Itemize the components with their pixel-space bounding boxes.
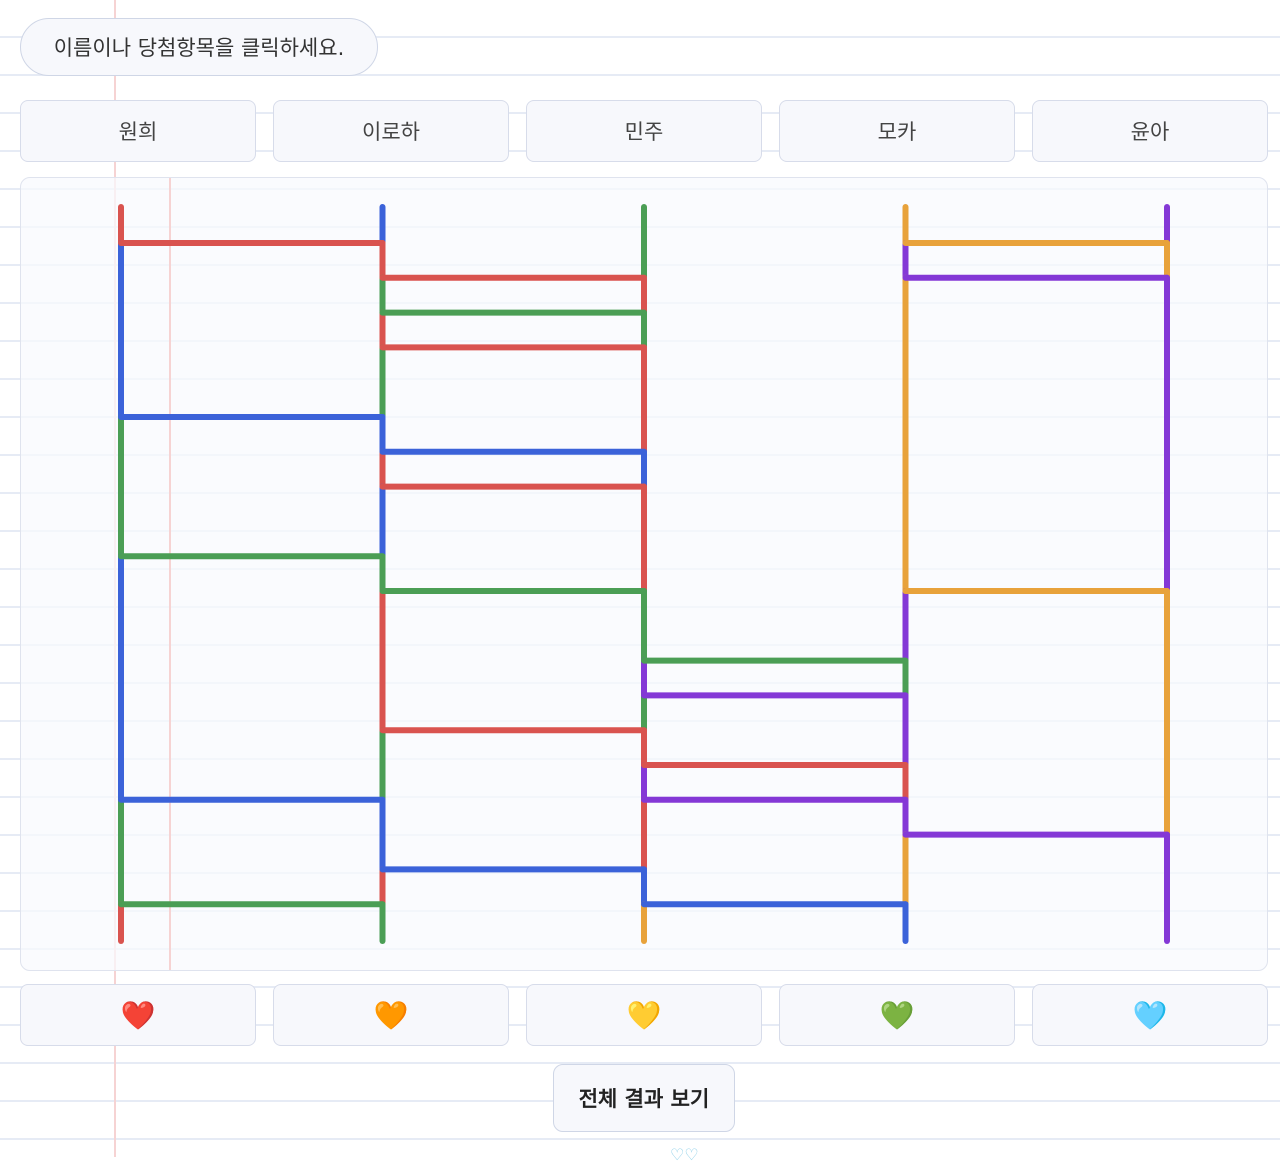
- yellow-heart-icon: 💛: [626, 998, 662, 1032]
- participant-button-2[interactable]: 이로하: [273, 100, 509, 162]
- prize-button-3[interactable]: 💛: [526, 984, 762, 1046]
- prize-button-1[interactable]: ❤️: [20, 984, 256, 1046]
- instruction-text: 이름이나 당첨항목을 클릭하세요.: [53, 36, 345, 60]
- green-heart-icon: 💚: [879, 998, 915, 1032]
- orange-heart-icon: 🧡: [373, 998, 409, 1032]
- participant-name: 윤아: [1130, 120, 1170, 144]
- participant-name: 이로하: [362, 120, 420, 144]
- participant-button-4[interactable]: 모카: [779, 100, 1015, 162]
- participant-name: 민주: [624, 120, 664, 144]
- participant-name: 모카: [877, 120, 917, 144]
- light-blue-heart-icon: 🩵: [1132, 998, 1168, 1032]
- red-heart-icon: ❤️: [120, 998, 156, 1032]
- ladder-board: [20, 177, 1268, 971]
- partial-heart-icon: ♡♡: [670, 1145, 699, 1164]
- instruction-pill: 이름이나 당첨항목을 클릭하세요.: [20, 18, 378, 76]
- prize-button-2[interactable]: 🧡: [273, 984, 509, 1046]
- prize-button-4[interactable]: 💚: [779, 984, 1015, 1046]
- participant-button-1[interactable]: 원희: [20, 100, 256, 162]
- prize-button-5[interactable]: 🩵: [1032, 984, 1268, 1046]
- participant-button-5[interactable]: 윤아: [1032, 100, 1268, 162]
- show-all-results-label: 전체 결과 보기: [578, 1087, 710, 1111]
- show-all-results-button[interactable]: 전체 결과 보기: [553, 1064, 735, 1132]
- participant-button-3[interactable]: 민주: [526, 100, 762, 162]
- participant-name: 원희: [118, 120, 158, 144]
- ladder-canvas: [118, 204, 1170, 944]
